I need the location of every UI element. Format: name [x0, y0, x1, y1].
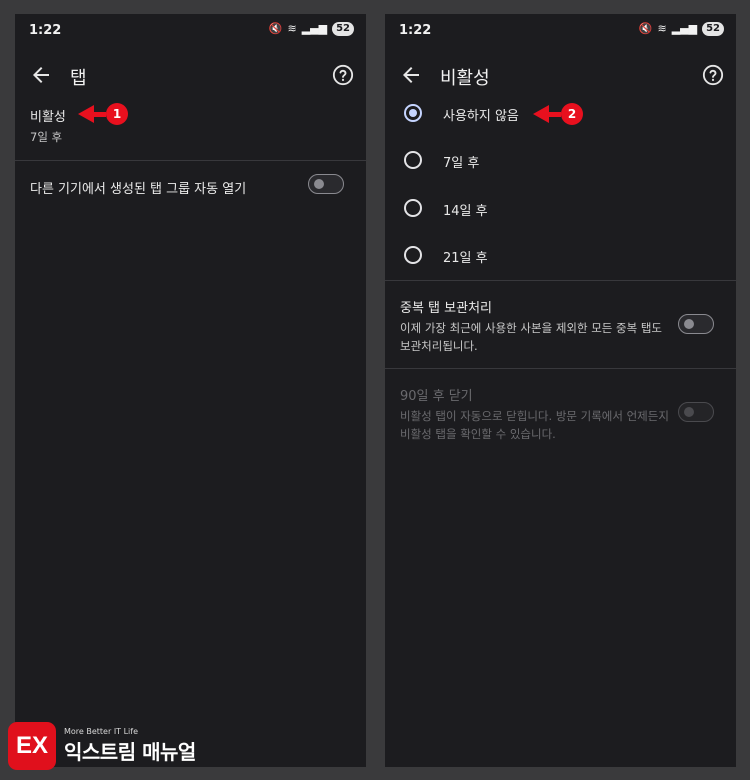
radio-button-selected[interactable]	[404, 104, 422, 122]
brand-name: 익스트림 매뉴얼	[64, 740, 196, 764]
divider	[385, 280, 736, 281]
inactive-setting-item[interactable]: 비활성 7일 후	[15, 106, 366, 156]
app-bar: 탭	[15, 52, 366, 100]
brand-logo-icon: EX	[8, 722, 56, 770]
status-time: 1:22	[29, 23, 62, 38]
wifi-icon: ≋	[287, 22, 297, 35]
inactive-setting-value: 7일 후	[30, 130, 63, 144]
signal-icon: ▂▄▆	[301, 22, 328, 35]
close-after-90-description: 비활성 탭이 자동으로 닫힙니다. 방문 기록에서 언제든지 비활성 탭을 확인…	[400, 409, 669, 441]
mute-icon: 🔇	[638, 22, 653, 35]
auto-open-groups-toggle[interactable]	[308, 174, 344, 194]
radio-option-label: 21일 후	[443, 251, 488, 266]
duplicate-archive-title: 중복 탭 보관처리	[400, 301, 492, 316]
help-icon[interactable]	[702, 64, 724, 86]
radio-option-label: 14일 후	[443, 204, 488, 219]
radio-option-label: 사용하지 않음	[443, 109, 519, 124]
radio-button[interactable]	[404, 246, 422, 264]
back-arrow-icon[interactable]	[29, 63, 53, 87]
radio-button[interactable]	[404, 199, 422, 217]
battery-indicator: 52	[332, 22, 354, 36]
step-badge: 1	[106, 103, 128, 125]
radio-button[interactable]	[404, 151, 422, 169]
annotation-arrow-1: 1	[78, 103, 128, 125]
close-after-90-toggle	[678, 402, 714, 422]
duplicate-archive-item[interactable]: 중복 탭 보관처리 이제 가장 최근에 사용한 사본을 제외한 모든 중복 탭도…	[400, 297, 670, 355]
status-bar: 1:22 🔇 ≋ ▂▄▆ 52	[15, 14, 366, 48]
radio-option-7-days[interactable]: 7일 후	[385, 138, 736, 184]
divider	[385, 368, 736, 369]
page-title: 비활성	[440, 68, 490, 89]
arrow-left-icon	[78, 105, 94, 123]
help-icon[interactable]	[332, 64, 354, 86]
status-bar: 1:22 🔇 ≋ ▂▄▆ 52	[385, 14, 736, 48]
radio-option-label: 7일 후	[443, 156, 480, 171]
close-after-90-title: 90일 후 닫기	[400, 389, 473, 404]
battery-indicator: 52	[702, 22, 724, 36]
page-title: 탭	[70, 68, 87, 89]
mute-icon: 🔇	[268, 22, 283, 35]
duplicate-archive-description: 이제 가장 최근에 사용한 사본을 제외한 모든 중복 탭도 보관처리됩니다.	[400, 321, 663, 353]
watermark: EX More Better IT Life 익스트림 매뉴얼	[8, 722, 196, 770]
divider	[15, 160, 366, 161]
annotation-arrow-2: 2	[533, 103, 583, 125]
status-time: 1:22	[399, 23, 432, 38]
signal-icon: ▂▄▆	[671, 22, 698, 35]
brand-tagline: More Better IT Life	[64, 727, 139, 736]
arrow-left-icon	[533, 105, 549, 123]
step-badge: 2	[561, 103, 583, 125]
wifi-icon: ≋	[657, 22, 667, 35]
radio-option-14-days[interactable]: 14일 후	[385, 186, 736, 232]
left-screen: 1:22 🔇 ≋ ▂▄▆ 52 탭 비활성 7일 후 다른 기기에서 생성된 탭…	[15, 14, 366, 767]
right-screen: 1:22 🔇 ≋ ▂▄▆ 52 비활성 사용하지 않음 7일 후 14일 후 2…	[385, 14, 736, 767]
back-arrow-icon[interactable]	[399, 63, 423, 87]
radio-option-21-days[interactable]: 21일 후	[385, 233, 736, 279]
close-after-90-item: 90일 후 닫기 비활성 탭이 자동으로 닫힙니다. 방문 기록에서 언제든지 …	[400, 385, 670, 443]
duplicate-archive-toggle[interactable]	[678, 314, 714, 334]
